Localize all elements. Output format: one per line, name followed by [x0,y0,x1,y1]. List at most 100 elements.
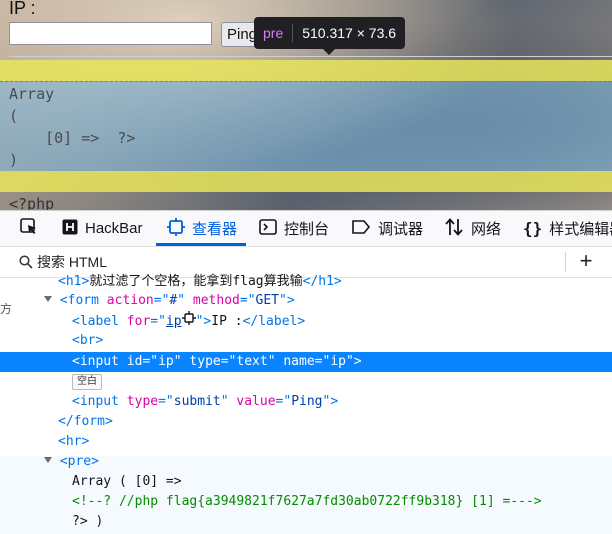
hackbar-icon [62,219,78,239]
active-tab-indicator [156,243,246,246]
pre-line: [0] => ?> [9,129,136,147]
pre-line: ( [9,107,19,125]
element-size-tooltip: pre 510.317 × 73.6 [254,17,406,49]
tab-inspector[interactable]: 查看器 [167,211,237,246]
tab-label: 样式编辑器 [549,221,612,238]
left-edge-glyph: 方 [0,302,13,316]
attr-quote: "> [195,314,212,329]
tree-row-pre-text[interactable]: Array ( [0] => [0,472,612,492]
tag-open: <input [72,394,119,409]
attr-value: submit [173,394,221,409]
web-page-viewport: IP : Ping Array ( [0] => ?> ) <?php pre … [0,0,612,210]
whitespace-badge[interactable]: 空白 [72,374,102,390]
markup-tree[interactable]: <h1>就过滤了个空格，能拿到flag算我输</h1> <form action… [0,274,612,534]
tooltip-size: 510.317 × 73.6 [302,25,397,41]
tab-label: 查看器 [192,221,238,238]
attr-value: ip [158,354,174,369]
hr-tag: <hr> [58,434,90,449]
br-tag: <br> [72,333,104,348]
tree-row-form[interactable]: <form action="#" method="GET"> [0,291,612,311]
tab-label: HackBar [85,220,143,237]
tree-row-input-ip-selected[interactable]: <input id="ip" type="text" name="ip"> [0,352,612,372]
element-picker-button[interactable] [19,211,46,246]
ip-label: IP : [9,0,36,18]
tab-hackbar[interactable]: HackBar [62,211,143,246]
tab-network[interactable]: 网络 [444,211,501,246]
attr-quote: "> [345,354,362,369]
inspector-icon [167,217,185,240]
attr-name: type [189,354,221,369]
tree-row-pre[interactable]: <pre> [0,452,612,472]
tag-open: <form [59,293,99,308]
ip-input[interactable] [9,22,212,45]
pre-tag: <pre> [59,454,99,469]
attr-eq: =" [220,354,237,369]
tree-row-br[interactable]: <br> [0,331,612,351]
attr-quote: " [177,293,186,308]
tree-row-pre-tail[interactable]: ?> ) [0,512,612,532]
tree-row-label[interactable]: <label for="ip ">IP :</label> [0,311,612,331]
pre-output: Array ( [0] => ?> ) [9,83,135,171]
search-divider [565,252,566,272]
tooltip-divider [292,24,294,42]
tab-style-editor[interactable]: {} 样式编辑器 [523,211,612,246]
attr-value: GET [255,293,280,308]
tab-console[interactable]: 控制台 [259,211,329,246]
tab-label: 控制台 [284,221,330,238]
tag-close: </h1> [302,274,342,289]
network-icon [444,217,464,240]
horizontal-rule [9,56,612,57]
tree-row-input-submit[interactable]: <input type="submit" value="Ping"> [0,392,612,412]
attr-name: value [236,394,276,409]
tag-name: label [79,314,119,329]
tree-row-hr[interactable]: <hr> [0,432,612,452]
h1-text: 就过滤了个空格，能拿到flag算我输 [89,274,303,289]
tree-row-form-close[interactable]: </form> [0,412,612,432]
attr-value: text [236,354,268,369]
attr-eq: =" [153,293,170,308]
attr-name: action [106,293,154,308]
expand-triangle-icon[interactable] [44,457,52,463]
expand-triangle-icon[interactable] [44,296,52,302]
attr-name: type [126,394,159,409]
comment-node: <!--? //php flag{a3949821f7627a7fd30ab07… [72,494,542,509]
style-editor-icon: {} [523,219,543,238]
attr-quote: " [267,354,276,369]
attr-eq: =" [142,354,159,369]
attr-name: name [283,354,315,369]
element-picker-icon [19,217,39,241]
pre-margin-highlight-bottom [0,171,612,192]
tag-open: <h1> [58,274,90,289]
tree-row-h1[interactable]: <h1>就过滤了个空格，能拿到flag算我输</h1> [0,272,612,292]
devtools-panel: HackBar 查看器 控制台 调试器 网络 {} 样式编辑 搜索 HTML +… [0,210,612,534]
target-icon[interactable] [181,311,196,332]
pre-line: ) [9,151,19,169]
pre-text-node: Array ( [0] => [72,474,182,489]
attr-value-link[interactable]: ip [166,314,182,329]
attr-eq: =" [239,293,256,308]
console-icon [259,218,277,239]
tag-close: </label> [242,314,306,329]
search-html-input[interactable] [37,253,557,271]
tab-label: 调试器 [378,221,424,238]
attr-value: Ping [291,394,323,409]
tooltip-arrow [322,48,336,55]
tag-open: <label [72,314,119,329]
pre-tail-text: ?> ) [72,514,104,529]
attr-value: ip [330,354,346,369]
attr-quote: "> [279,293,295,308]
attr-eq: =" [158,394,174,409]
attr-eq: =" [314,354,331,369]
label-text: IP : [211,314,243,329]
attr-quote: "> [322,394,339,409]
attr-quote: " [220,394,229,409]
form-close-tag: </form> [58,414,113,429]
tab-debugger[interactable]: 调试器 [351,211,423,246]
attr-eq: =" [275,394,292,409]
tab-label: 网络 [471,221,502,238]
attr-name: for [126,314,151,329]
tree-row-comment[interactable]: <!--? //php flag{a3949821f7627a7fd30ab07… [0,492,612,512]
attr-name: id [126,354,143,369]
devtools-toolbar: HackBar 查看器 控制台 调试器 网络 {} 样式编辑 [0,211,612,247]
add-node-button[interactable]: + [575,250,597,272]
